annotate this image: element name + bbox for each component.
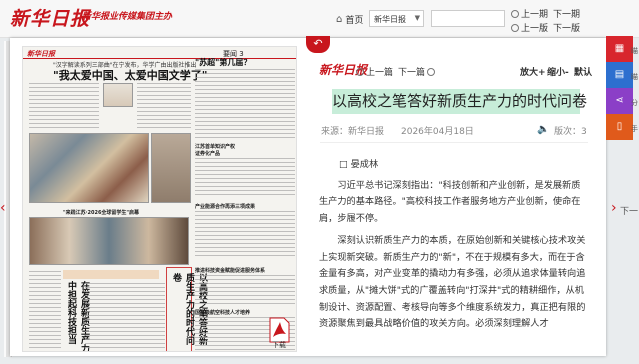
home-link[interactable]: ⌂ 首页 xyxy=(336,13,363,26)
undo-icon: ↶ xyxy=(313,37,323,50)
event-photo xyxy=(151,133,191,203)
next-page-arrow-icon[interactable]: › xyxy=(611,200,617,216)
nav-next-period-label: 下一期 xyxy=(553,10,581,20)
mobile-icon: ▯ xyxy=(616,121,623,132)
text-block xyxy=(195,275,295,305)
newspaper-headline[interactable]: "我太爱中国、太爱中国文学了" xyxy=(53,67,207,83)
text-block xyxy=(195,211,295,259)
zoom-default-button[interactable]: 默认 xyxy=(574,65,592,78)
nav-up-edition[interactable]: 上一版 xyxy=(511,21,548,34)
chevron-down-icon: ▼ xyxy=(414,14,420,22)
home-icon: ⌂ xyxy=(336,14,343,25)
zoom-in-button[interactable]: 放大+ xyxy=(520,65,546,78)
newspaper-mini-headline: 产业能源合作再添三项成果 xyxy=(195,204,256,210)
newspaper-page[interactable]: 新华日报 要闻 3 "汉字解读系列三部曲"在宁发布，华学广由出版社推出 "我太爱… xyxy=(22,46,297,352)
nav-up-edition-label: 上一版 xyxy=(521,24,549,34)
event-photo xyxy=(29,133,149,203)
circle-left-icon xyxy=(511,9,519,18)
text-block xyxy=(29,83,99,129)
next-article-label: 下一篇 xyxy=(398,68,426,78)
circle-left-icon xyxy=(511,23,519,32)
article-edition: 版次：3 xyxy=(554,127,587,137)
prev-article-label: 上一篇 xyxy=(366,68,394,78)
speaker-icon[interactable]: 🔈 xyxy=(537,124,549,135)
next-article-link[interactable]: 下一篇 xyxy=(398,65,436,78)
text-block xyxy=(195,69,295,139)
newspaper-mini-headline: 推进科技资金赋能促进服务体系 xyxy=(195,268,266,274)
paper-select-value: 新华日报 xyxy=(374,15,406,24)
newspaper-mini-headline: 江苏首单知识产权 xyxy=(195,144,236,150)
article-body: □ 晏成林 习近平总书记深刻指出："科技创新和产业创新，是发展新质生产力的基本路… xyxy=(319,157,589,338)
home-label: 首页 xyxy=(345,16,364,26)
article-title: 以高校之笔答好新质生产力的时代问卷 xyxy=(332,89,587,114)
article-date: 2026年04月18日 xyxy=(401,127,474,137)
nav-up-period-label: 上一期 xyxy=(521,10,549,20)
toolbar-share-button[interactable]: ⋖ xyxy=(606,88,633,114)
date-input[interactable] xyxy=(431,10,505,27)
prev-page-arrow-icon[interactable]: ‹ xyxy=(0,200,6,216)
download-label[interactable]: 下载 xyxy=(272,340,286,350)
grid-icon: ▤ xyxy=(614,69,625,80)
text-block xyxy=(29,271,61,351)
zoom-out-button[interactable]: 缩小- xyxy=(547,65,569,78)
nav-next-period[interactable]: 下一期 xyxy=(553,7,580,20)
site-logo[interactable]: 新华日报 xyxy=(10,4,90,31)
newspaper-mini-headline: 国家级航空科技人才培养 xyxy=(195,310,251,316)
article-divider xyxy=(320,142,588,143)
toolbar-label: 瞄 xyxy=(631,47,638,55)
nav-next-edition-label: 下一版 xyxy=(553,24,581,34)
event-photo xyxy=(29,217,189,265)
toolbar-edition-button[interactable]: ▤ xyxy=(606,62,633,88)
circle-right-icon xyxy=(427,67,436,76)
article-source: 来源：新华日报 xyxy=(321,127,385,137)
article-author: □ 晏成林 xyxy=(339,159,379,170)
newspaper-mini-headline: 证券化产品 xyxy=(195,151,221,157)
paper-select[interactable]: 新华日报 ▼ xyxy=(369,10,424,27)
newspaper-mini-headline: "来践江苏·2026全球留学生"启幕 xyxy=(63,210,140,216)
nav-next-edition[interactable]: 下一版 xyxy=(553,21,580,34)
text-block xyxy=(195,158,295,198)
next-page-label[interactable]: 下一 xyxy=(620,204,638,217)
toolbar-calendar-button[interactable]: ▦ xyxy=(606,36,633,62)
text-block xyxy=(85,283,165,351)
article-paragraph: 习近平总书记深刻指出："科技创新和产业创新，是发展新质生产力的基本路径。"高校科… xyxy=(319,179,581,225)
masthead-rule xyxy=(23,58,296,59)
section-banner xyxy=(63,270,159,279)
back-button[interactable]: ↶ xyxy=(306,36,330,53)
prev-article-link[interactable]: 上一篇 xyxy=(356,65,393,78)
toolbar-mobile-button[interactable]: ▯ xyxy=(606,114,633,140)
toolbar-label: 手 xyxy=(631,125,638,133)
article-paragraph: 深刻认识新质生产力的本质，在原始创新和关键核心技术攻关上实现新突破。新质生产力的… xyxy=(319,234,586,330)
toolbar-label: 瞄 xyxy=(631,73,638,81)
calendar-icon: ▦ xyxy=(614,43,625,54)
circle-left-icon xyxy=(356,67,364,76)
nav-up-period[interactable]: 上一期 xyxy=(511,7,548,20)
newspaper-headline-2[interactable]: "苏超"第几届？ xyxy=(195,57,251,68)
text-block xyxy=(137,83,191,129)
site-slogan: 新华报业传媒集团主办 xyxy=(82,12,173,22)
share-icon: ⋖ xyxy=(615,95,624,106)
portrait-photo xyxy=(103,83,133,107)
toolbar-label: 分 xyxy=(631,99,638,107)
